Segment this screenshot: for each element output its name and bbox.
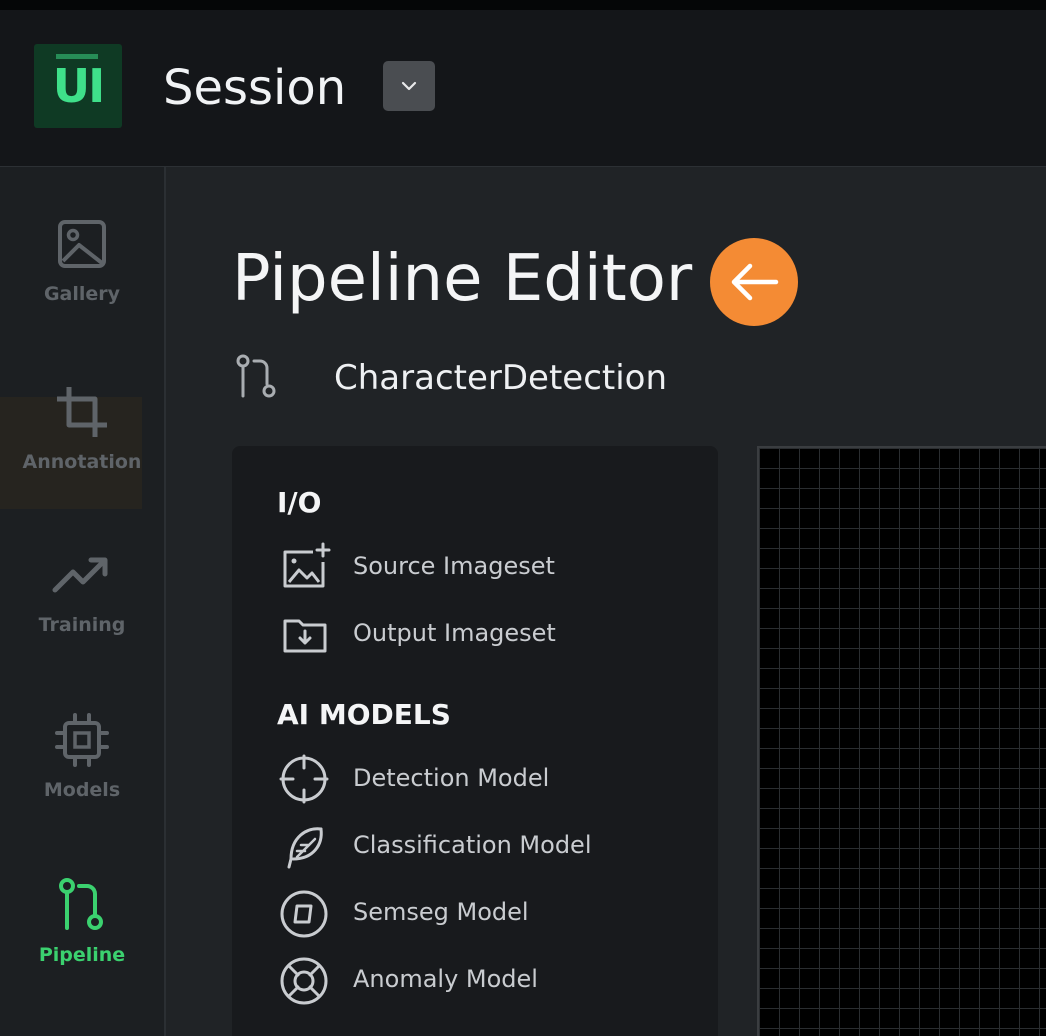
arrow-left-icon [731,263,779,301]
image-icon [58,220,106,268]
palette-item-label: Anomaly Model [353,965,538,993]
crosshair-icon [279,754,329,804]
chip-icon [55,713,109,767]
folder-download-icon [283,619,327,653]
session-dropdown-button[interactable] [383,61,435,111]
section-title-ai-models: AI MODELS [277,698,451,731]
sidebar-item-gallery[interactable]: Gallery [0,189,164,329]
pipeline-icon [59,878,103,930]
header: UI Session [0,10,1046,167]
add-image-icon [283,542,331,588]
palette-item-label: Classification Model [353,831,592,859]
sidebar-item-label: Training [38,614,126,636]
palette-item-source-imageset[interactable]: Source Imageset [277,540,697,596]
app-window: UI Session Gallery Annotation Training M… [0,0,1046,1036]
sidebar-item-label: Pipeline [38,944,126,966]
palette-item-label: Semseg Model [353,898,529,926]
sidebar-item-annotation-content[interactable]: Annotation [0,357,164,497]
pipeline-name[interactable]: CharacterDetection [334,358,667,398]
chevron-down-icon [401,81,417,91]
trending-up-icon [52,557,108,593]
page-title: Pipeline Editor [232,242,693,316]
sidebar-item-pipeline[interactable]: Pipeline [0,850,164,990]
logo-bar [56,54,98,59]
crop-icon [57,387,107,437]
app-logo[interactable]: UI [34,44,122,128]
node-palette: I/O Source Imageset Output Imageset AI M… [232,446,718,1036]
feather-icon [287,827,323,869]
palette-item-detection-model[interactable]: Detection Model [277,752,697,808]
palette-item-semseg-model[interactable]: Semseg Model [277,886,697,942]
sidebar: Gallery Annotation Training Models Pipel… [0,167,166,1036]
palette-item-label: Detection Model [353,764,550,792]
pipeline-canvas[interactable] [757,446,1046,1036]
session-label: Session [163,60,347,116]
palette-item-output-imageset[interactable]: Output Imageset [277,607,697,663]
lifebuoy-icon [280,957,328,1005]
palette-item-classification-model[interactable]: Classification Model [277,819,697,875]
sidebar-item-label: Models [43,779,121,801]
logo-text: UI [52,59,105,113]
section-title-io: I/O [277,486,322,519]
pipeline-icon [236,354,276,398]
sidebar-item-label: Annotation [22,451,142,473]
sidebar-item-label: Gallery [43,283,121,305]
palette-item-label: Source Imageset [353,552,555,580]
back-button[interactable] [710,238,798,326]
palette-item-label: Output Imageset [353,619,556,647]
shape-circle-icon [280,890,328,938]
palette-item-anomaly-model[interactable]: Anomaly Model [277,953,697,1009]
sidebar-item-models[interactable]: Models [0,685,164,825]
top-strip [0,0,1046,10]
sidebar-item-training[interactable]: Training [0,520,164,660]
